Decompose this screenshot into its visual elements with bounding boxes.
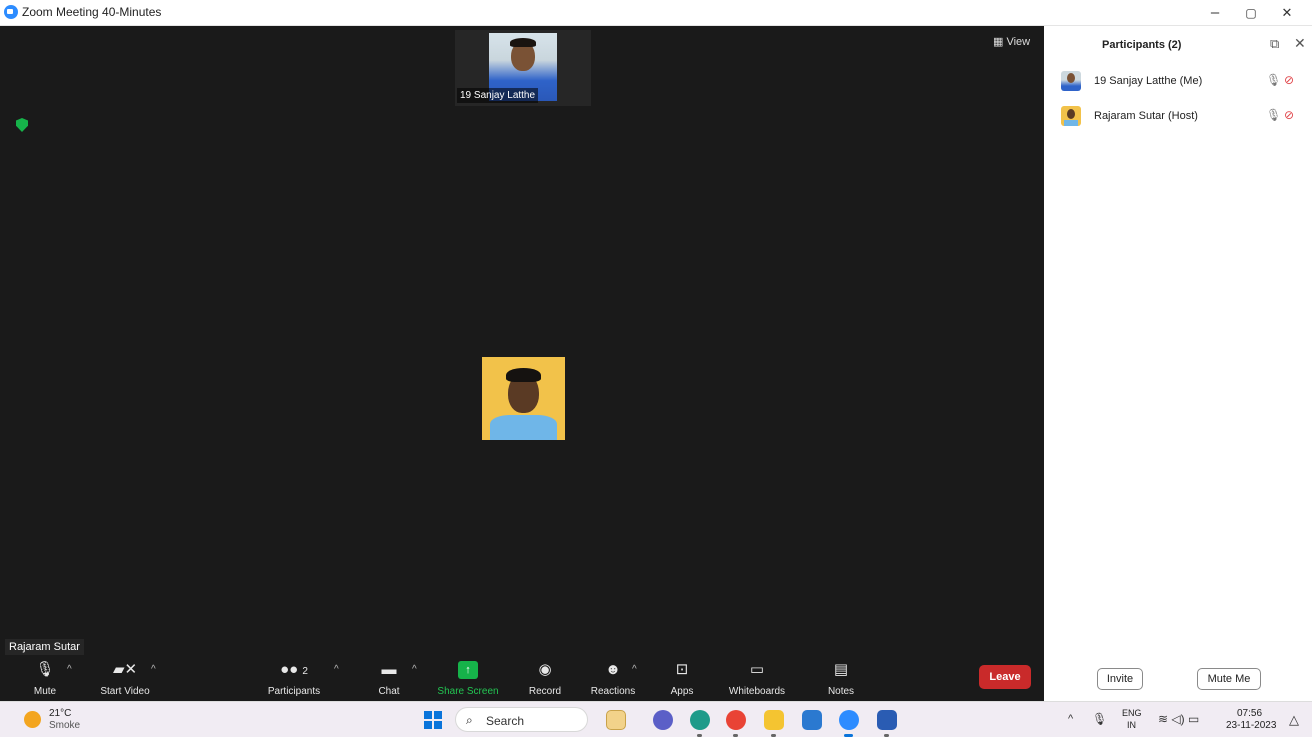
leave-button[interactable]: Leave xyxy=(979,665,1031,689)
edge-browser-icon[interactable] xyxy=(690,710,710,737)
whiteboard-icon: ▭ xyxy=(749,661,765,678)
weather-icon[interactable] xyxy=(24,711,41,728)
meeting-area: 19 Sanjay Latthe ▦ View Rajaram Sutar 🎙 … xyxy=(0,26,1044,701)
tile-name-label: 19 Sanjay Latthe xyxy=(457,88,539,103)
window-title: Zoom Meeting 40-Minutes xyxy=(22,5,162,19)
chat-icon: ▬ xyxy=(381,661,397,678)
title-bar: Zoom Meeting 40-Minutes – ▢ ✕ xyxy=(0,0,1312,26)
security-shield-icon[interactable] xyxy=(16,118,28,132)
mic-muted-icon[interactable]: 🎙 xyxy=(1266,73,1281,87)
audio-options-caret[interactable]: ^ xyxy=(67,664,72,675)
language-indicator[interactable]: ENG xyxy=(1122,708,1142,718)
taskbar-search[interactable]: ⌕ Search xyxy=(455,707,588,732)
close-panel-icon[interactable]: ✕ xyxy=(1294,35,1306,52)
reactions-options-caret[interactable]: ^ xyxy=(632,664,637,675)
minimize-button[interactable]: – xyxy=(1200,3,1230,23)
word-app-icon[interactable] xyxy=(877,710,897,737)
avatar xyxy=(1061,71,1081,91)
grid-icon: ▦ xyxy=(993,36,1007,48)
chrome-browser-icon[interactable] xyxy=(726,710,746,737)
share-arrow-icon: ↑ xyxy=(458,661,478,679)
video-tile-top[interactable]: 19 Sanjay Latthe xyxy=(455,30,591,106)
chat-options-caret[interactable]: ^ xyxy=(412,664,417,675)
clock-time[interactable]: 07:56 xyxy=(1237,708,1262,719)
search-icon: ⌕ xyxy=(466,713,473,727)
weather-temperature[interactable]: 21°C xyxy=(49,708,71,719)
video-options-caret[interactable]: ^ xyxy=(151,664,156,675)
invite-button[interactable]: Invite xyxy=(1097,668,1143,690)
notes-button[interactable]: ▤ Notes xyxy=(824,656,858,701)
store-app-icon[interactable] xyxy=(802,710,822,730)
active-speaker-photo xyxy=(482,357,565,440)
participant-row[interactable]: Rajaram Sutar (Host) 🎙 ⊘ xyxy=(1044,105,1312,133)
apps-button[interactable]: ⊡ Apps xyxy=(665,656,699,701)
active-speaker-name: Rajaram Sutar xyxy=(5,639,84,655)
close-button[interactable]: ✕ xyxy=(1272,3,1302,23)
mic-muted-icon[interactable]: 🎙 xyxy=(1266,108,1281,122)
participants-panel: Participants (2) ⧉ ✕ 19 Sanjay Latthe (M… xyxy=(1044,26,1312,701)
file-app-icon[interactable] xyxy=(606,710,626,730)
chat-button[interactable]: ▬ Chat xyxy=(374,656,404,701)
notes-icon: ▤ xyxy=(833,661,849,678)
participants-icon: ●● 2 xyxy=(280,661,308,678)
video-off-icon[interactable]: ⊘ xyxy=(1284,73,1294,87)
zoom-logo-icon xyxy=(4,5,18,19)
reactions-icon: ☻ xyxy=(605,661,621,678)
whiteboards-button[interactable]: ▭ Whiteboards xyxy=(725,656,789,701)
popout-icon[interactable]: ⧉ xyxy=(1270,36,1279,52)
panel-title: Participants (2) xyxy=(1102,39,1182,51)
taskbar: 21°C Smoke ⌕ Search ^ 🎙 ENG IN ≋ ◁) ▭ 07… xyxy=(0,701,1312,737)
record-button[interactable]: ◉ Record xyxy=(525,656,565,701)
notification-bell-icon[interactable]: △ xyxy=(1289,712,1299,728)
language-region[interactable]: IN xyxy=(1127,720,1136,730)
share-screen-button[interactable]: ↑ Share Screen xyxy=(436,656,500,701)
microphone-tray-icon[interactable]: 🎙 xyxy=(1092,712,1107,726)
file-explorer-icon[interactable] xyxy=(764,710,784,737)
video-off-icon[interactable]: ⊘ xyxy=(1284,108,1294,122)
video-off-icon: ▰✕ xyxy=(112,661,138,678)
show-hidden-icons-chevron-icon[interactable]: ^ xyxy=(1068,713,1073,725)
start-video-button[interactable]: ▰✕ Start Video xyxy=(95,656,155,701)
microphone-icon: 🎙 xyxy=(35,661,55,678)
avatar xyxy=(1061,106,1081,126)
mute-me-button[interactable]: Mute Me xyxy=(1197,668,1261,690)
zoom-app-icon[interactable] xyxy=(839,710,859,737)
view-button[interactable]: ▦ View xyxy=(993,35,1030,48)
participant-row[interactable]: 19 Sanjay Latthe (Me) 🎙 ⊘ xyxy=(1044,70,1312,98)
apps-icon: ⊡ xyxy=(675,661,689,678)
maximize-button[interactable]: ▢ xyxy=(1236,3,1266,23)
meeting-toolbar: 🎙 Mute ^ ▰✕ Start Video ^ ●● 2 Participa… xyxy=(0,656,1044,701)
participants-options-caret[interactable]: ^ xyxy=(334,664,339,675)
participants-button[interactable]: ●● 2 Participants xyxy=(264,656,324,701)
record-icon: ◉ xyxy=(538,661,552,678)
teams-chat-icon[interactable] xyxy=(653,710,673,730)
weather-description[interactable]: Smoke xyxy=(49,720,80,731)
windows-start-icon[interactable] xyxy=(424,711,442,729)
reactions-button[interactable]: ☻ Reactions xyxy=(588,656,638,701)
wifi-volume-battery-icon[interactable]: ≋ ◁) ▭ xyxy=(1158,712,1199,726)
clock-date[interactable]: 23-11-2023 xyxy=(1226,720,1276,731)
mute-button[interactable]: 🎙 Mute xyxy=(28,656,62,701)
